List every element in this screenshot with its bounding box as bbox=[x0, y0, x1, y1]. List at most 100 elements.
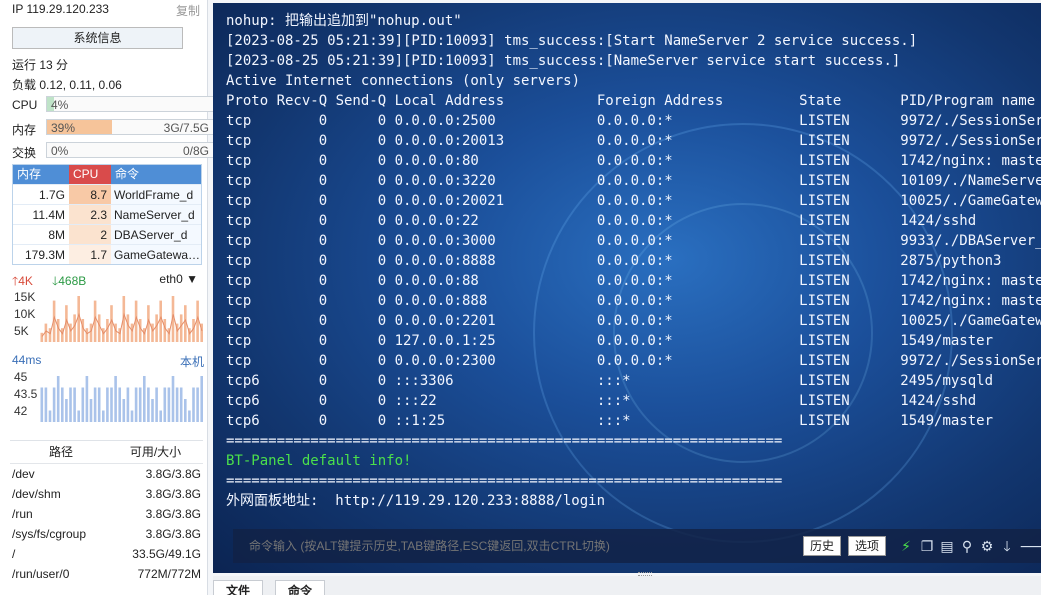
terminal-line: [2023-08-25 05:21:39][PID:10093] tms_suc… bbox=[226, 53, 901, 69]
terminal-line: tcp 0 0 0.0.0.0:88 0.0.0.0:* LISTEN 1742… bbox=[226, 273, 1041, 289]
memory-percent: 39% bbox=[51, 121, 76, 135]
terminal-line: tcp 0 0 0.0.0.0:20013 0.0.0.0:* LISTEN 9… bbox=[226, 133, 1041, 149]
terminal-output[interactable]: nohup: 把输出追加到"nohup.out" [2023-08-25 05:2… bbox=[226, 11, 1041, 511]
chart-bar bbox=[52, 387, 56, 422]
interface-name: eth0 bbox=[159, 272, 183, 286]
disk-row[interactable]: /sys/fs/cgroup 3.8G/3.8G bbox=[10, 524, 203, 544]
system-info-button[interactable]: 系统信息 bbox=[12, 27, 183, 49]
tab-files[interactable]: 文件 bbox=[213, 580, 264, 595]
gear-icon[interactable]: ⚙ bbox=[979, 536, 995, 556]
cpu-percent: 4% bbox=[51, 98, 69, 112]
process-table: 内存 CPU 命令 1.7G 8.7 WorldFrame_d 11.4M 2.… bbox=[12, 164, 202, 265]
chart-bar bbox=[200, 376, 203, 422]
terminal-line: tcp 0 0 0.0.0.0:80 0.0.0.0:* LISTEN 1742… bbox=[226, 153, 1041, 169]
terminal-line: tcp 0 0 0.0.0.0:22 0.0.0.0:* LISTEN 1424… bbox=[226, 213, 977, 229]
axis-tick-label: 42 bbox=[14, 404, 28, 418]
tab-commands[interactable]: 命令 bbox=[275, 580, 326, 595]
terminal-panel[interactable]: nohup: 把输出追加到"nohup.out" [2023-08-25 05:2… bbox=[213, 3, 1041, 573]
disk-table-header: 路径 可用/大小 bbox=[10, 441, 203, 464]
command-input[interactable] bbox=[249, 529, 809, 563]
terminal-line: tcp 0 0 0.0.0.0:3000 0.0.0.0:* LISTEN 99… bbox=[226, 233, 1041, 249]
axis-tick-label: 5K bbox=[14, 324, 29, 338]
terminal-line: [2023-08-25 05:21:39][PID:10093] tms_suc… bbox=[226, 33, 918, 49]
chart-bar bbox=[179, 387, 183, 422]
terminal-line: tcp 0 0 0.0.0.0:2500 0.0.0.0:* LISTEN 99… bbox=[226, 113, 1041, 129]
chart-bar bbox=[65, 399, 68, 422]
axis-tick-label: 10K bbox=[14, 307, 35, 321]
process-mem: 8M bbox=[13, 225, 69, 244]
sort-by-cpu[interactable]: CPU bbox=[69, 165, 111, 184]
chart-bar bbox=[48, 410, 52, 422]
latency-target[interactable]: 本机 bbox=[180, 353, 204, 370]
chart-bar bbox=[81, 387, 85, 422]
chart-bar bbox=[110, 387, 113, 422]
process-cmd: GameGatewa… bbox=[114, 248, 201, 262]
chart-bar bbox=[130, 323, 134, 342]
chart-bar bbox=[151, 399, 154, 422]
process-cpu: 1.7 bbox=[69, 245, 111, 264]
disk-path-header: 路径 bbox=[48, 445, 73, 459]
arrow-down-icon[interactable]: 🡓 bbox=[999, 536, 1015, 556]
sort-by-memory[interactable]: 内存 bbox=[13, 165, 69, 184]
interface-select[interactable]: eth0 ▼ bbox=[159, 272, 198, 286]
download-value: 468B bbox=[58, 274, 87, 288]
disk-path: /dev/shm bbox=[12, 487, 61, 501]
copy-ip-link[interactable]: 复制 bbox=[176, 2, 200, 19]
chart-bar bbox=[56, 376, 60, 422]
disk-row[interactable]: /run/user/0 772M/772M bbox=[10, 564, 203, 584]
chart-bar bbox=[85, 328, 89, 342]
options-button[interactable]: 选项 bbox=[848, 536, 887, 556]
chart-bar bbox=[175, 387, 179, 422]
chart-bar bbox=[110, 305, 113, 342]
chart-bar bbox=[77, 410, 80, 422]
process-cmd: WorldFrame_d bbox=[114, 188, 194, 202]
latency-header: 44ms 本机 bbox=[12, 353, 204, 369]
disk-row[interactable]: / 33.5G/49.1G bbox=[10, 544, 203, 564]
chart-bar bbox=[192, 387, 195, 422]
chart-bar bbox=[151, 323, 154, 342]
memory-total: 3G/7.5G bbox=[163, 121, 209, 135]
process-cmd: DBAServer_d bbox=[114, 228, 188, 242]
process-row[interactable]: 179.3M 1.7 GameGatewa… bbox=[13, 244, 201, 264]
chart-bar bbox=[171, 376, 175, 422]
terminal-line: tcp 0 0 127.0.0.1:25 0.0.0.0:* LISTEN 15… bbox=[226, 333, 994, 349]
process-row[interactable]: 1.7G 8.7 WorldFrame_d bbox=[13, 184, 201, 204]
chart-bar bbox=[73, 314, 76, 342]
ip-row: IP 119.29.120.233 复制 bbox=[12, 2, 202, 20]
chart-bar bbox=[69, 387, 72, 422]
caret-down-icon: ▼ bbox=[186, 272, 198, 286]
chart-bar bbox=[114, 376, 117, 422]
terminal-line: tcp6 0 0 :::3306 :::* LISTEN 2495/mysqld bbox=[226, 373, 994, 389]
sort-by-command[interactable]: 命令 bbox=[111, 165, 201, 184]
chart-bar bbox=[85, 376, 89, 422]
process-row[interactable]: 8M 2 DBAServer_d bbox=[13, 224, 201, 244]
lightning-icon[interactable]: ⚡ bbox=[898, 536, 914, 556]
chart-bar bbox=[179, 314, 183, 342]
disk-row[interactable]: /run 3.8G/3.8G bbox=[10, 504, 203, 524]
process-row[interactable]: 11.4M 2.3 NameServer_d bbox=[13, 204, 201, 224]
terminal-line: ========================================… bbox=[226, 473, 783, 489]
history-button[interactable]: 历史 bbox=[803, 536, 842, 556]
terminal-line: tcp 0 0 0.0.0.0:888 0.0.0.0:* LISTEN 174… bbox=[226, 293, 1041, 309]
chart-bar bbox=[159, 300, 162, 342]
terminal-line: Proto Recv-Q Send-Q Local Address Foreig… bbox=[226, 93, 1036, 109]
disk-size: 3.8G/3.8G bbox=[145, 527, 201, 541]
disk-row[interactable]: /dev 3.8G/3.8G bbox=[10, 464, 203, 484]
ip-address: IP 119.29.120.233 bbox=[12, 2, 109, 16]
arrow-right-icon[interactable]: 🡒 bbox=[1019, 536, 1041, 556]
swap-meter: 交换 0% 0/8G bbox=[12, 142, 214, 160]
chart-bar bbox=[184, 399, 187, 422]
chart-bar bbox=[89, 323, 93, 342]
copy-icon[interactable]: ❐ bbox=[919, 536, 935, 556]
axis-tick-label: 15K bbox=[14, 290, 35, 304]
terminal-line: ========================================… bbox=[226, 433, 783, 449]
chart-bar bbox=[97, 314, 101, 342]
process-cmd: NameServer_d bbox=[114, 208, 195, 222]
chart-bar bbox=[126, 314, 130, 342]
chart-bar bbox=[77, 296, 80, 342]
chart-bar bbox=[93, 387, 97, 422]
terminal-line: BT-Panel default info! bbox=[226, 453, 412, 469]
disk-row[interactable]: /dev/shm 3.8G/3.8G bbox=[10, 484, 203, 504]
search-icon[interactable]: ⚲ bbox=[959, 536, 975, 556]
paste-icon[interactable]: ▤ bbox=[939, 536, 955, 556]
